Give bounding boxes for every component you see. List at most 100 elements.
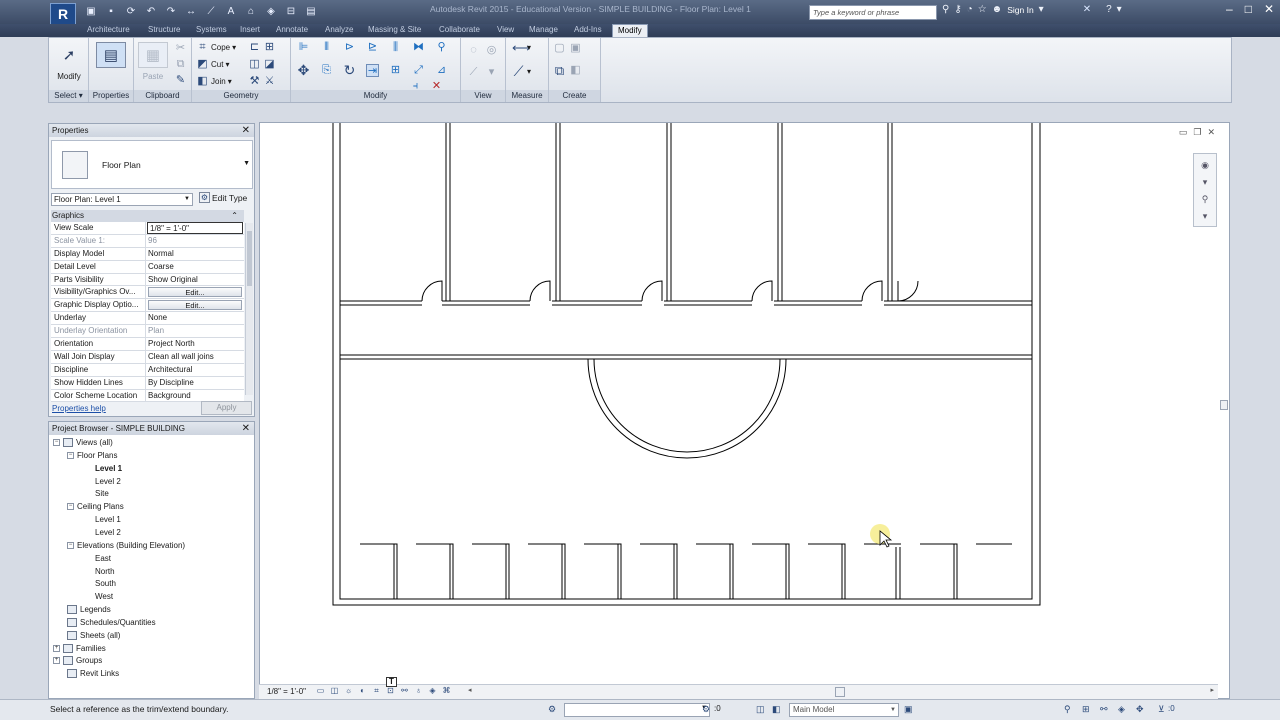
highlight-displacement-icon[interactable]: ⌘	[441, 686, 452, 696]
tab-annotate[interactable]: Annotate	[276, 24, 308, 37]
close-icon[interactable]: ✕	[1264, 2, 1274, 16]
tree-item[interactable]: Site	[95, 489, 109, 498]
close-icon[interactable]: ✕	[242, 124, 250, 137]
tab-view[interactable]: View	[497, 24, 514, 37]
exchange-apps-icon[interactable]: ✕	[1083, 4, 1091, 15]
tab-collaborate[interactable]: Collaborate	[439, 24, 480, 37]
minimize-icon[interactable]: –	[1226, 2, 1233, 16]
copy-element-icon[interactable]: ⎘	[320, 64, 333, 77]
override-graphics-icon[interactable]: ◎	[485, 44, 498, 57]
measure-dropdown-icon[interactable]: ▾	[527, 43, 531, 52]
close-view-icon[interactable]: ✕	[1207, 127, 1215, 138]
tree-item[interactable]: East	[95, 554, 111, 563]
binoculars-icon[interactable]: ⚲	[942, 4, 949, 15]
collapse-icon[interactable]: −	[53, 439, 60, 446]
graphics-group-header[interactable]: Graphics ⌃	[51, 210, 244, 222]
hide-element-icon[interactable]: ◌	[467, 44, 480, 57]
tab-massing-site[interactable]: Massing & Site	[368, 24, 421, 37]
tree-item[interactable]: Level 1	[95, 515, 121, 524]
tab-analyze[interactable]: Analyze	[325, 24, 353, 37]
visual-style-icon[interactable]: ◫	[329, 686, 340, 696]
create-parts-icon[interactable]: ▣	[569, 42, 582, 55]
3d-view-icon[interactable]: ⌂	[242, 4, 260, 20]
tree-item[interactable]: Legends	[67, 605, 111, 615]
rotate-icon[interactable]: ↻	[343, 63, 356, 77]
application-menu-button[interactable]: R	[50, 3, 76, 25]
exclude-options-icon[interactable]: ▣	[904, 704, 913, 715]
favorites-icon[interactable]: ☆	[978, 4, 987, 15]
property-value[interactable]: None	[146, 312, 244, 324]
instance-filter-select[interactable]: Floor Plan: Level 1 ▼	[51, 193, 193, 206]
property-value[interactable]: Architectural	[146, 364, 244, 376]
tree-item[interactable]: − Ceiling Plans	[67, 502, 124, 511]
view-dropdown-icon[interactable]: ▾	[485, 66, 498, 79]
vertical-scrollbar[interactable]	[1218, 124, 1229, 684]
measure-between-icon[interactable]: ⟷	[512, 41, 531, 54]
scale-icon[interactable]: ⤢	[412, 64, 425, 77]
tree-item[interactable]: Level 2	[95, 528, 121, 537]
save-icon[interactable]: ▪	[102, 4, 120, 20]
property-value[interactable]: Coarse	[146, 261, 244, 273]
filter-icon[interactable]: ⊻	[1158, 704, 1165, 715]
help-dropdown-icon[interactable]: ▾	[1117, 4, 1122, 15]
cut-geometry-button[interactable]: ◩ Cut ▾	[196, 58, 229, 71]
select-by-face-icon[interactable]: ◈	[1118, 704, 1125, 715]
communication-icon[interactable]: ◔	[967, 4, 973, 15]
unpin-icon[interactable]: ⊿	[435, 64, 448, 77]
subscription-icon[interactable]: ⚷	[954, 4, 961, 15]
create-group-icon[interactable]: ⧉	[553, 64, 566, 77]
tree-item[interactable]: − Floor Plans	[67, 451, 117, 460]
edit-button[interactable]: Edit...	[148, 300, 242, 310]
maximize-icon[interactable]: □	[1245, 2, 1252, 16]
worksets-icon[interactable]: ⚙	[548, 704, 556, 715]
close-icon[interactable]: ✕	[242, 422, 250, 435]
tab-systems[interactable]: Systems	[196, 24, 227, 37]
cope-button[interactable]: ⌗ Cope ▾	[196, 41, 236, 54]
floor-plan-drawing[interactable]	[260, 123, 1230, 699]
tree-item[interactable]: Revit Links	[67, 669, 119, 679]
mirror-draw-icon[interactable]: ⊵	[366, 41, 379, 54]
dimension-dropdown-icon[interactable]: ▾	[527, 67, 531, 76]
view-scale-button[interactable]: 1/8" = 1'-0"	[267, 687, 306, 696]
properties-scrollbar[interactable]	[245, 223, 253, 395]
tree-item[interactable]: North	[95, 567, 115, 576]
design-options-icon[interactable]: ◫	[756, 704, 765, 715]
trim-extend-single-icon[interactable]: ⇥	[366, 64, 379, 77]
sync-icon[interactable]: ⟳	[122, 4, 140, 20]
select-pinned-icon[interactable]: ⚯	[1100, 704, 1108, 715]
switch-windows-icon[interactable]: ▤	[302, 4, 320, 20]
temporary-hide-icon[interactable]: ⚯	[399, 686, 410, 696]
scroll-left-icon[interactable]: ◂	[468, 686, 472, 694]
tree-item[interactable]: − Elevations (Building Elevation)	[67, 541, 185, 550]
restore-view-icon[interactable]: ❐	[1193, 127, 1201, 138]
undo-icon[interactable]: ↶	[142, 4, 160, 20]
move-icon[interactable]: ✥	[297, 63, 310, 77]
workset-select[interactable]: ▼	[564, 703, 710, 717]
close-hidden-icon[interactable]: ⊟	[282, 4, 300, 20]
scrollbar-thumb[interactable]	[1220, 400, 1228, 410]
sign-in-dropdown-icon[interactable]: ▾	[1039, 4, 1044, 15]
collapse-icon[interactable]: −	[67, 503, 74, 511]
property-value[interactable]: By Discipline	[146, 377, 244, 389]
dimension-icon[interactable]: ⟋	[202, 4, 220, 20]
array-icon[interactable]: ⊞	[389, 64, 402, 77]
type-selector[interactable]: Floor Plan ▼	[51, 140, 253, 189]
tree-item[interactable]: + Families	[53, 643, 106, 653]
tree-item[interactable]: Level 1	[95, 464, 122, 473]
linework-icon[interactable]: ⟋	[467, 66, 480, 79]
align-icon[interactable]: ⊫	[297, 41, 310, 54]
offset-icon[interactable]: ⫴	[320, 41, 333, 54]
tree-item[interactable]: Schedules/Quantities	[67, 617, 156, 627]
drag-on-selection-icon[interactable]: ✥	[1136, 704, 1144, 715]
create-similar-icon[interactable]: ◧	[569, 64, 582, 77]
expand-icon[interactable]: +	[53, 644, 60, 652]
text-icon[interactable]: A	[222, 4, 240, 20]
edit-type-button[interactable]: ⚙ Edit Type	[199, 192, 247, 203]
user-icon[interactable]: ☻	[992, 4, 1003, 15]
minimize-view-icon[interactable]: ▭	[1179, 127, 1188, 138]
tab-add-ins[interactable]: Add-Ins	[574, 24, 602, 37]
active-option-icon[interactable]: ◧	[772, 704, 781, 715]
split-element-icon[interactable]: ⫼	[389, 41, 402, 54]
tree-item[interactable]: West	[95, 592, 113, 601]
design-option-select[interactable]: Main Model ▼	[789, 703, 899, 717]
